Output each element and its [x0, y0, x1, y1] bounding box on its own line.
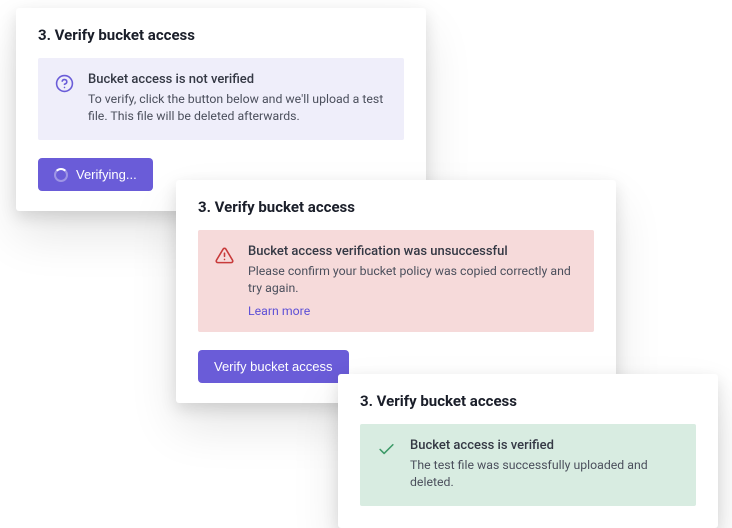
spinner-icon — [54, 168, 68, 182]
learn-more-link[interactable]: Learn more — [248, 305, 310, 319]
alert-body: Bucket access verification was unsuccess… — [248, 243, 578, 319]
step-title: 3. Verify bucket access — [360, 392, 696, 410]
alert-title: Bucket access verification was unsuccess… — [248, 243, 578, 261]
alert-success: Bucket access is verified The test file … — [360, 424, 696, 506]
verify-button[interactable]: Verify bucket access — [198, 350, 349, 383]
alert-triangle-icon — [214, 245, 234, 265]
verify-button-loading[interactable]: Verifying... — [38, 158, 153, 191]
alert-title: Bucket access is not verified — [88, 71, 388, 89]
alert-neutral: Bucket access is not verified To verify,… — [38, 58, 404, 140]
alert-title: Bucket access is verified — [410, 437, 680, 455]
button-label: Verifying... — [76, 167, 137, 182]
alert-description: The test file was successfully uploaded … — [410, 458, 680, 494]
alert-body: Bucket access is not verified To verify,… — [88, 71, 388, 127]
verify-bucket-card-error: 3. Verify bucket access Bucket access ve… — [176, 180, 616, 403]
check-icon — [376, 439, 396, 459]
verify-bucket-card-success: 3. Verify bucket access Bucket access is… — [338, 374, 718, 528]
alert-body: Bucket access is verified The test file … — [410, 437, 680, 493]
step-title: 3. Verify bucket access — [38, 26, 404, 44]
help-circle-icon — [54, 73, 74, 93]
alert-description: Please confirm your bucket policy was co… — [248, 264, 578, 300]
alert-description: To verify, click the button below and we… — [88, 92, 388, 128]
step-title: 3. Verify bucket access — [198, 198, 594, 216]
alert-error: Bucket access verification was unsuccess… — [198, 230, 594, 332]
button-label: Verify bucket access — [214, 359, 333, 374]
